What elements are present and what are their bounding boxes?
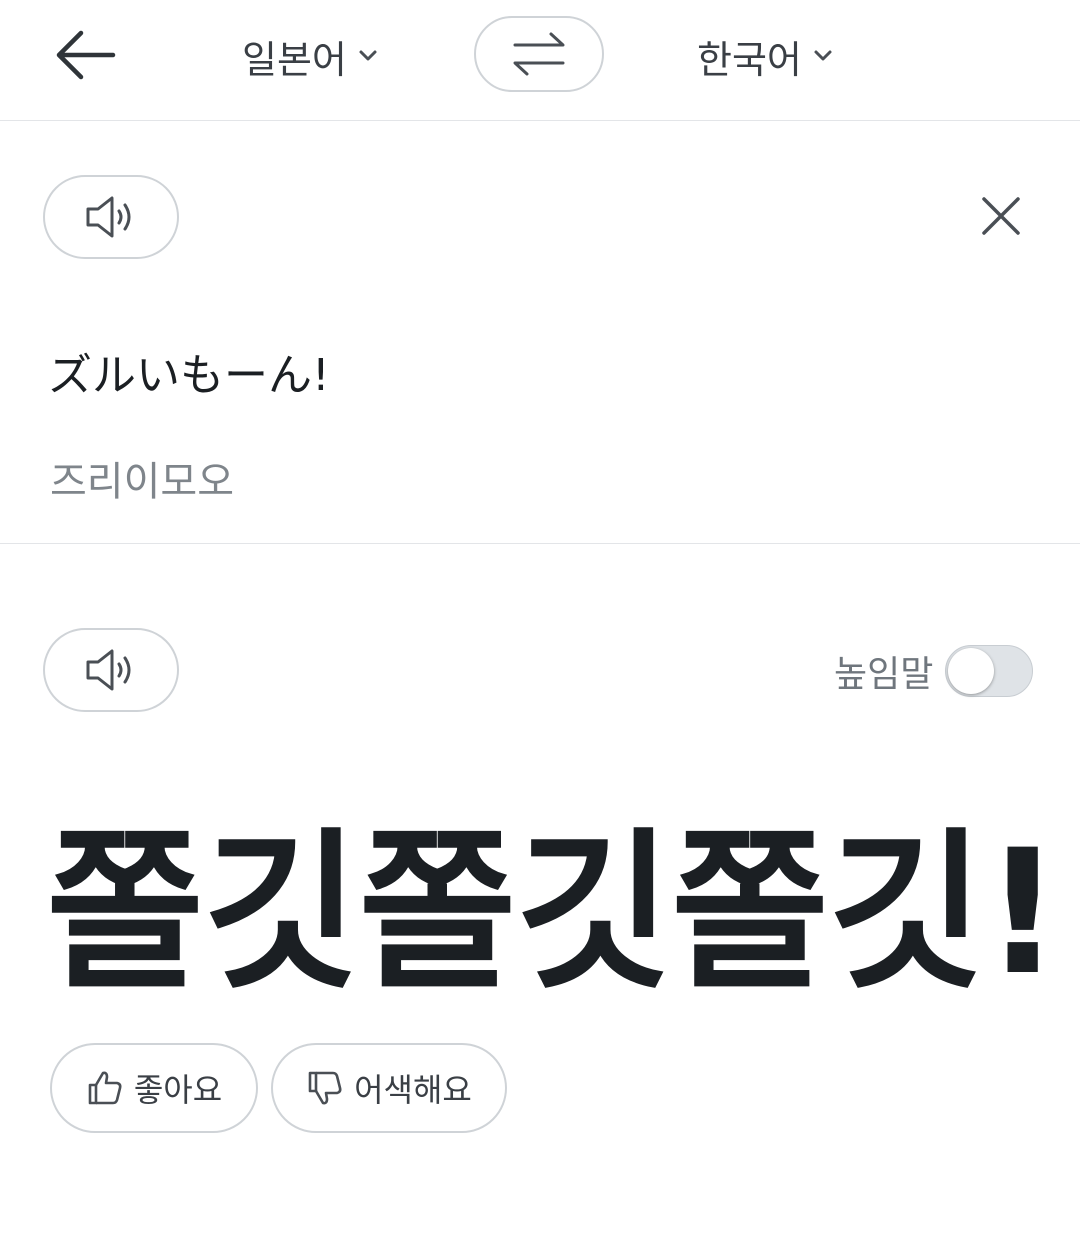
source-language-selector[interactable]: 일본어 [242, 28, 379, 84]
swap-languages-button[interactable] [474, 16, 604, 92]
clear-input-button[interactable] [970, 185, 1032, 247]
honorific-toggle[interactable] [945, 645, 1034, 697]
close-icon [982, 197, 1020, 235]
toggle-knob [948, 648, 995, 694]
source-speak-button[interactable] [43, 175, 179, 259]
top-bar: 일본어 한국어 [0, 0, 1080, 121]
source-text[interactable]: ズルいもーん! [48, 339, 330, 403]
chevron-down-icon [812, 45, 834, 67]
arrow-left-icon [56, 30, 116, 80]
speaker-icon [86, 649, 131, 691]
chevron-down-icon [357, 45, 379, 67]
speaker-icon [86, 196, 131, 238]
target-language-selector[interactable]: 한국어 [697, 28, 834, 84]
honorific-label: 높임말 [834, 654, 934, 695]
source-pronunciation: 즈리이모오 [50, 459, 234, 505]
source-language-label: 일본어 [242, 37, 347, 82]
source-panel: ズルいもーん! 즈리이모오 [0, 121, 1080, 544]
like-button[interactable]: 좋아요 [50, 1043, 258, 1133]
translation-result: 쫄깃쫄깃쫄깃! [46, 812, 1062, 1013]
swap-arrows-icon [513, 32, 565, 76]
dislike-label: 어색해요 [354, 1071, 472, 1109]
target-language-label: 한국어 [697, 37, 802, 82]
back-button[interactable] [40, 20, 130, 90]
thumbs-down-icon [308, 1071, 342, 1105]
honorific-control: 높임말 [834, 645, 1034, 697]
result-speak-button[interactable] [43, 628, 179, 712]
thumbs-up-icon [88, 1071, 122, 1105]
like-label: 좋아요 [133, 1071, 223, 1109]
dislike-button[interactable]: 어색해요 [271, 1043, 507, 1133]
